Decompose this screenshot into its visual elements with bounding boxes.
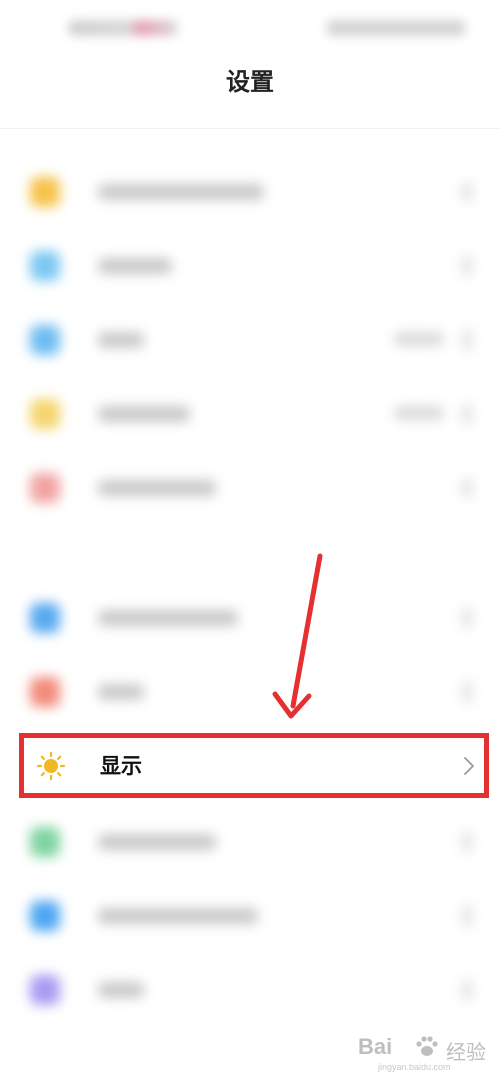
settings-item-blurred[interactable] (0, 960, 500, 1020)
settings-item-value-blurred (394, 406, 444, 420)
settings-item-label-blurred (98, 332, 144, 348)
settings-item-icon (30, 251, 60, 281)
chevron-right-icon (462, 182, 472, 202)
chevron-right-icon (462, 608, 472, 628)
settings-item-icon (30, 177, 60, 207)
settings-item-label-blurred (98, 982, 144, 998)
chevron-right-icon (462, 404, 472, 424)
settings-item-label-blurred (98, 258, 172, 274)
status-bar (0, 0, 500, 58)
settings-item-blurred[interactable] (0, 458, 500, 518)
settings-item-blurred[interactable] (0, 236, 500, 296)
chevron-right-icon (464, 757, 474, 775)
settings-item-value-blurred (394, 332, 444, 346)
settings-item-label-blurred (98, 684, 144, 700)
baidu-jingyan-watermark: Bai 经验 jingyan.baidu.com (358, 1030, 488, 1078)
settings-item-icon (30, 901, 60, 931)
chevron-right-icon (462, 478, 472, 498)
settings-item-blurred[interactable] (0, 162, 500, 222)
settings-item-blurred[interactable] (0, 812, 500, 872)
status-bar-right (326, 20, 466, 36)
settings-item-label-blurred (98, 908, 258, 924)
status-bar-left (68, 20, 178, 36)
watermark-url: jingyan.baidu.com (378, 1062, 451, 1072)
settings-item-icon (30, 603, 60, 633)
page-title: 设置 (226, 68, 274, 96)
settings-item-blurred[interactable] (0, 310, 500, 370)
settings-item-icon (30, 827, 60, 857)
watermark-logo-text: Bai (358, 1034, 393, 1059)
settings-item-blurred[interactable] (0, 384, 500, 444)
chevron-right-icon (462, 832, 472, 852)
settings-item-blurred[interactable] (0, 588, 500, 648)
settings-item-display-label: 显示 (100, 754, 142, 778)
watermark-suffix: 经验 (446, 1040, 486, 1064)
chevron-right-icon (462, 256, 472, 276)
header-divider (0, 128, 500, 129)
settings-item-label-blurred (98, 406, 190, 422)
settings-item-blurred[interactable] (0, 886, 500, 946)
settings-item-icon (30, 399, 60, 429)
settings-item-icon (30, 325, 60, 355)
chevron-right-icon (462, 330, 472, 350)
chevron-right-icon (462, 682, 472, 702)
chevron-right-icon (462, 906, 472, 926)
settings-item-label-blurred (98, 480, 216, 496)
settings-item-blurred[interactable] (0, 662, 500, 722)
settings-item-icon (30, 677, 60, 707)
paw-icon (416, 1036, 438, 1056)
settings-item-icon (30, 975, 60, 1005)
chevron-right-icon (462, 980, 472, 1000)
settings-item-label-blurred (98, 184, 264, 200)
sun-icon (36, 751, 66, 781)
settings-item-icon (30, 473, 60, 503)
settings-item-label-blurred (98, 834, 216, 850)
settings-item-label-blurred (98, 610, 238, 626)
settings-item-display[interactable]: 显示 (19, 733, 489, 798)
